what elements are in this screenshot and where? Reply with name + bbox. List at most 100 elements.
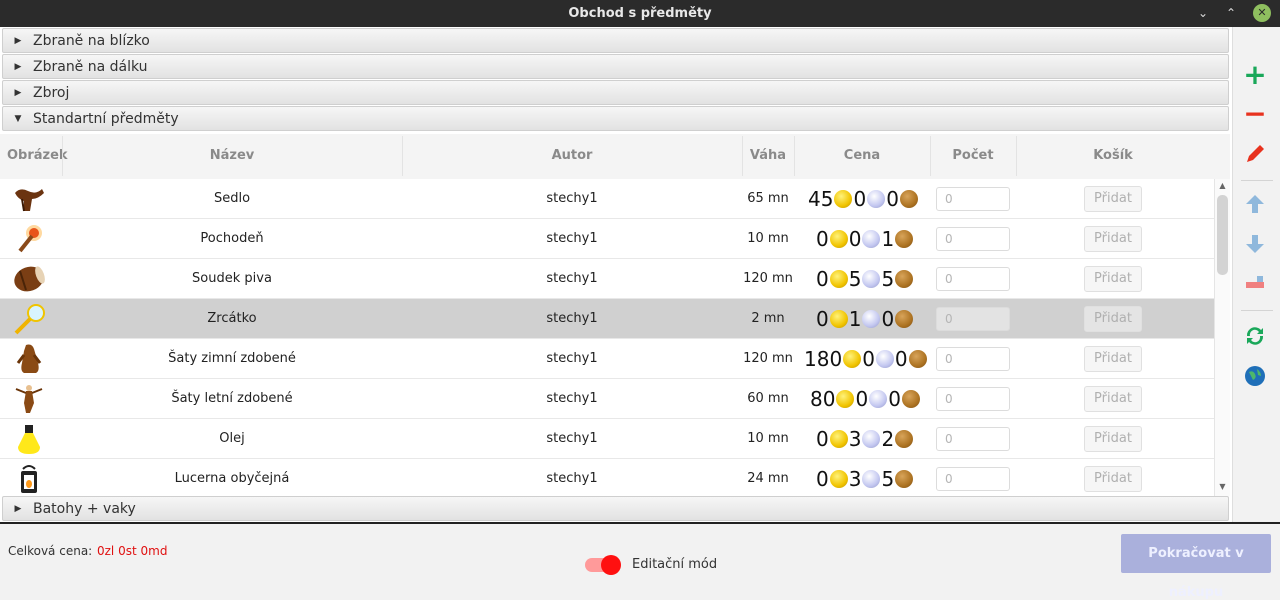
accordion-ranged[interactable]: ▶ Zbraně na dálku bbox=[2, 54, 1229, 79]
accordion-bags[interactable]: ▶ Batohy + vaky bbox=[2, 496, 1229, 521]
barrel-icon bbox=[14, 266, 45, 292]
item-name: Lucerna obyčejná bbox=[174, 471, 290, 486]
copper-coin-icon bbox=[895, 230, 914, 248]
column-header-cart[interactable]: Košík bbox=[1016, 148, 1210, 163]
item-price: 0 1 0 bbox=[816, 307, 914, 331]
column-header-price[interactable]: Cena bbox=[794, 148, 930, 163]
item-name: Pochodeň bbox=[200, 231, 264, 246]
add-to-cart-button[interactable]: Přidat bbox=[1084, 426, 1142, 452]
table-row[interactable]: Lucerna obyčejná stechy1 24 mn 0 3 5 0 P… bbox=[0, 459, 1214, 496]
add-to-cart-button[interactable]: Přidat bbox=[1084, 386, 1142, 412]
price-copper: 5 bbox=[881, 267, 895, 291]
item-author: stechy1 bbox=[546, 471, 598, 486]
minimize-icon[interactable]: ⌄ bbox=[1194, 4, 1212, 22]
quantity-field[interactable]: 0 bbox=[936, 307, 1010, 331]
item-weight: 120 mn bbox=[743, 351, 793, 366]
table-row-selected[interactable]: Zrcátko stechy1 2 mn 0 1 0 0 Přidat bbox=[0, 299, 1214, 339]
accordion-standard-items[interactable]: ▼ Standartní předměty bbox=[2, 106, 1229, 131]
price-copper: 2 bbox=[881, 427, 895, 451]
item-price: 0 0 1 bbox=[816, 227, 914, 251]
scroll-up-icon[interactable]: ▲ bbox=[1215, 181, 1230, 193]
price-copper: 5 bbox=[881, 467, 895, 491]
accordion-armor[interactable]: ▶ Zbroj bbox=[2, 80, 1229, 105]
item-weight: 60 mn bbox=[747, 391, 789, 406]
price-gold: 0 bbox=[816, 307, 829, 331]
add-to-cart-button[interactable]: Přidat bbox=[1084, 466, 1142, 492]
edit-icon[interactable] bbox=[1243, 142, 1267, 166]
add-to-cart-button[interactable]: Přidat bbox=[1084, 306, 1142, 332]
mirror-icon bbox=[14, 304, 45, 335]
accordion-label: Batohy + vaky bbox=[33, 500, 136, 517]
lantern-icon bbox=[21, 465, 37, 493]
add-to-cart-button[interactable]: Přidat bbox=[1084, 266, 1142, 292]
accordion-label: Standartní předměty bbox=[33, 110, 179, 127]
scrollbar-thumb[interactable] bbox=[1217, 195, 1228, 275]
price-copper: 0 bbox=[881, 307, 895, 331]
move-down-icon[interactable] bbox=[1243, 232, 1267, 256]
table-row[interactable]: Soudek piva stechy1 120 mn 0 5 5 0 Přida… bbox=[0, 259, 1214, 299]
table-row[interactable]: Šaty letní zdobené stechy1 60 mn 80 0 0 … bbox=[0, 379, 1214, 419]
window-title: Obchod s předměty bbox=[568, 6, 712, 21]
item-author: stechy1 bbox=[546, 391, 598, 406]
item-author: stechy1 bbox=[546, 231, 598, 246]
price-silver: 0 bbox=[862, 347, 875, 371]
quantity-field[interactable]: 0 bbox=[936, 347, 1010, 371]
remove-icon[interactable]: − bbox=[1243, 100, 1267, 128]
expand-arrow-icon: ▶ bbox=[14, 503, 22, 514]
column-header-author[interactable]: Autor bbox=[402, 148, 742, 163]
gold-coin-icon bbox=[829, 270, 848, 288]
item-name: Sedlo bbox=[213, 191, 251, 206]
bottom-bar: Celková cena: 0zl 0st 0md Editační mód P… bbox=[0, 522, 1280, 600]
saddle-icon bbox=[15, 189, 44, 212]
quantity-field[interactable]: 0 bbox=[936, 427, 1010, 451]
price-copper: 0 bbox=[888, 387, 901, 411]
item-weight: 2 mn bbox=[751, 311, 785, 326]
copper-coin-icon bbox=[895, 270, 914, 288]
accordion-melee[interactable]: ▶ Zbraně na blízko bbox=[2, 28, 1229, 53]
table-row[interactable]: Sedlo stechy1 65 mn 45 0 0 0 Přidat bbox=[0, 179, 1214, 219]
eraser-icon[interactable] bbox=[1243, 270, 1267, 294]
table-row[interactable]: Olej stechy1 10 mn 0 3 2 0 Přidat bbox=[0, 419, 1214, 459]
quantity-field[interactable]: 0 bbox=[936, 227, 1010, 251]
item-weight: 10 mn bbox=[747, 231, 789, 246]
continue-shopping-button[interactable]: Pokračovat v nákupu bbox=[1121, 534, 1271, 600]
quantity-field[interactable]: 0 bbox=[936, 387, 1010, 411]
edit-mode-toggle[interactable] bbox=[585, 554, 621, 575]
item-price: 80 0 0 bbox=[810, 387, 921, 411]
column-header-image[interactable]: Obrázek bbox=[7, 148, 68, 163]
items-table: Obrázek Název Autor Váha Cena Počet Koší… bbox=[0, 134, 1230, 496]
item-name: Olej bbox=[219, 431, 245, 446]
price-gold: 80 bbox=[810, 387, 836, 411]
price-gold: 0 bbox=[816, 467, 829, 491]
torch-icon bbox=[18, 225, 42, 253]
quantity-field[interactable]: 0 bbox=[936, 187, 1010, 211]
maximize-icon[interactable]: ⌃ bbox=[1222, 4, 1240, 22]
sync-icon[interactable] bbox=[1243, 324, 1267, 348]
column-header-count[interactable]: Počet bbox=[930, 148, 1016, 163]
gold-coin-icon bbox=[829, 430, 848, 448]
close-icon[interactable]: ✕ bbox=[1253, 4, 1271, 22]
price-silver: 3 bbox=[848, 467, 862, 491]
scroll-down-icon[interactable]: ▼ bbox=[1215, 482, 1230, 494]
table-row[interactable]: Šaty zimní zdobené stechy1 120 mn 180 0 … bbox=[0, 339, 1214, 379]
column-header-name[interactable]: Název bbox=[62, 148, 402, 163]
gold-coin-icon bbox=[829, 310, 848, 328]
quantity-field[interactable]: 0 bbox=[936, 467, 1010, 491]
move-up-icon[interactable] bbox=[1243, 192, 1267, 216]
add-icon[interactable]: + bbox=[1243, 61, 1267, 89]
side-toolbar: + − bbox=[1232, 27, 1280, 522]
add-to-cart-button[interactable]: Přidat bbox=[1084, 186, 1142, 212]
quantity-field[interactable]: 0 bbox=[936, 267, 1010, 291]
copper-coin-icon bbox=[895, 430, 914, 448]
add-to-cart-button[interactable]: Přidat bbox=[1084, 346, 1142, 372]
silver-coin-icon bbox=[862, 310, 881, 328]
price-silver: 0 bbox=[848, 227, 862, 251]
table-row[interactable]: Pochodeň stechy1 10 mn 0 0 1 0 Přidat bbox=[0, 219, 1214, 259]
price-gold: 0 bbox=[816, 427, 829, 451]
expand-arrow-icon: ▶ bbox=[14, 87, 22, 98]
column-header-weight[interactable]: Váha bbox=[742, 148, 794, 163]
expand-arrow-icon: ▶ bbox=[14, 35, 22, 46]
table-scrollbar[interactable]: ▲ ▼ bbox=[1214, 179, 1230, 496]
globe-icon[interactable] bbox=[1243, 364, 1267, 388]
add-to-cart-button[interactable]: Přidat bbox=[1084, 226, 1142, 252]
